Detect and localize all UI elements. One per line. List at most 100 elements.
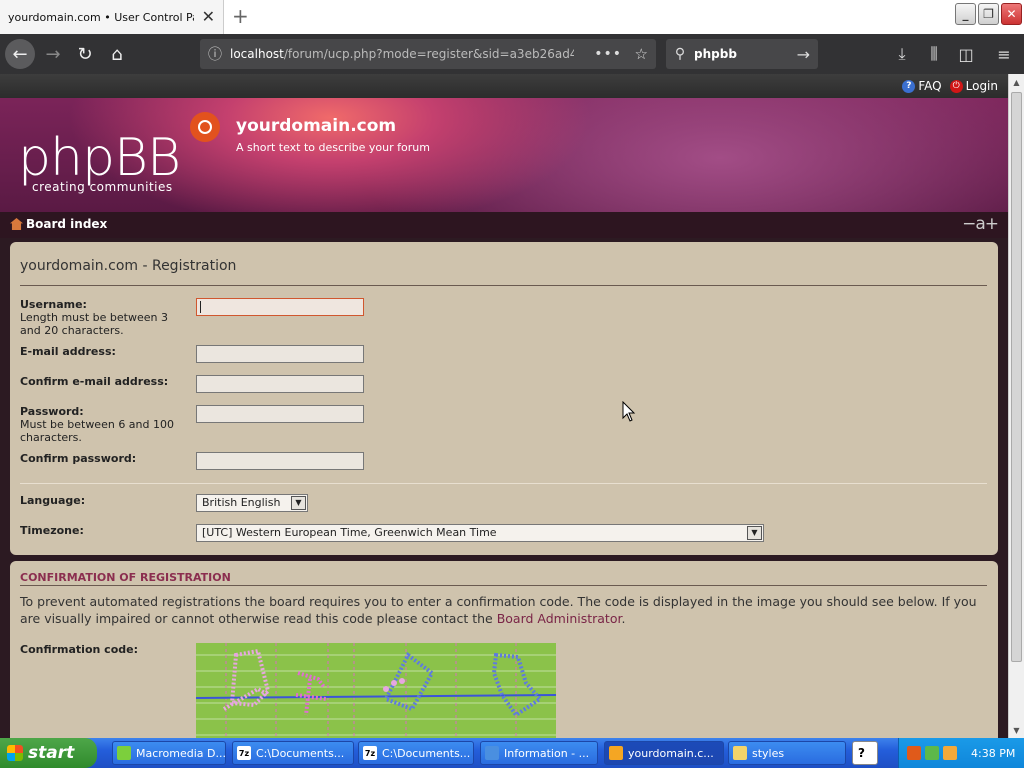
breadcrumb: Board index −a+ — [0, 212, 1008, 238]
browser-tab-active[interactable]: yourdomain.com • User Control Panel • Re… — [0, 0, 224, 34]
menu-icon[interactable]: ≡ — [992, 42, 1016, 66]
power-icon: ⏻ — [949, 79, 963, 93]
confirmation-divider — [20, 585, 987, 586]
email-label: E-mail address: — [20, 345, 116, 358]
top-links-bar: ? FAQ ⏻ Login — [0, 74, 1008, 98]
taskbar-item[interactable]: 7z C:\Documents... — [358, 741, 474, 765]
captcha-image — [195, 643, 557, 738]
chevron-down-icon: ▼ — [747, 526, 762, 540]
username-field[interactable] — [196, 298, 364, 316]
login-label: Login — [965, 79, 998, 93]
site-description: A short text to describe your forum — [236, 141, 430, 154]
search-tray-icon[interactable] — [943, 746, 957, 760]
url-host: localhost — [230, 47, 284, 61]
font-size-toggle[interactable]: −a+ — [962, 214, 999, 234]
faq-icon: ? — [902, 79, 916, 93]
board-administrator-link[interactable]: Board Administrator — [497, 611, 622, 626]
site-title: yourdomain.com — [236, 116, 397, 136]
title-divider — [20, 285, 987, 286]
taskbar-item[interactable]: 7z C:\Documents... — [232, 741, 354, 765]
page-actions-icon[interactable]: ••• — [594, 46, 622, 62]
taskbar-item[interactable]: styles — [728, 741, 846, 765]
password-label: Password: Must be between 6 and 100 char… — [20, 405, 185, 444]
7zip-icon: 7z — [363, 746, 377, 760]
board-index-link[interactable]: Board index — [10, 217, 107, 231]
url-path: /forum/ucp.php?mode=register&sid=a3eb26a… — [283, 47, 574, 61]
confirmation-title: CONFIRMATION OF REGISTRATION — [20, 571, 231, 584]
chevron-down-icon: ▼ — [291, 496, 306, 510]
scroll-up-icon[interactable]: ▲ — [1009, 74, 1024, 90]
site-info-icon[interactable]: ⓘ — [200, 44, 230, 64]
page-viewport: ? FAQ ⏻ Login phpBB creating communities… — [0, 74, 1008, 738]
fieldset-divider — [20, 483, 987, 484]
back-button[interactable]: ← — [5, 39, 35, 69]
close-window-button[interactable]: ✕ — [1001, 3, 1022, 25]
xampp-tray-icon[interactable] — [907, 746, 921, 760]
scrollbar-thumb[interactable] — [1011, 92, 1022, 662]
mouse-cursor-icon — [622, 401, 636, 422]
confirmation-text: To prevent automated registrations the b… — [20, 593, 988, 627]
username-label-text: Username: — [20, 298, 87, 311]
minimize-button[interactable]: _ — [955, 3, 976, 25]
password-hint: Must be between 6 and 100 characters. — [20, 418, 174, 444]
timezone-label: Timezone: — [20, 524, 84, 537]
username-label: Username: Length must be between 3 and 2… — [20, 298, 180, 337]
taskbar-item-label: Macromedia D... — [136, 746, 226, 760]
phpbb-logo[interactable]: phpBB — [18, 130, 181, 186]
vertical-scrollbar[interactable]: ▲ ▼ — [1008, 74, 1024, 738]
confirm-password-field[interactable] — [196, 452, 364, 470]
timezone-value: [UTC] Western European Time, Greenwich M… — [202, 526, 497, 539]
confirmation-text-end: . — [621, 611, 626, 626]
browser-tab-bar: yourdomain.com • User Control Panel • Re… — [0, 0, 1024, 34]
scroll-down-icon[interactable]: ▼ — [1009, 722, 1024, 738]
internet-explorer-icon — [485, 746, 499, 760]
7zip-icon: 7z — [237, 746, 251, 760]
confirmation-panel: CONFIRMATION OF REGISTRATION To prevent … — [10, 561, 998, 738]
taskbar-item-label: C:\Documents... — [382, 746, 471, 760]
taskbar-item-label: C:\Documents... — [256, 746, 345, 760]
login-link[interactable]: ⏻ Login — [949, 79, 998, 93]
downloads-icon[interactable]: ⤓ — [890, 42, 914, 66]
taskbar-item[interactable]: Information - ... — [480, 741, 598, 765]
confirm-password-label: Confirm password: — [20, 452, 137, 465]
forward-button[interactable]: → — [38, 39, 68, 69]
faq-link[interactable]: ? FAQ — [902, 79, 942, 93]
confirm-email-field[interactable] — [196, 375, 364, 393]
home-icon — [10, 218, 23, 230]
sidebar-icon[interactable]: ◫ — [954, 42, 978, 66]
bookmark-star-icon[interactable]: ☆ — [635, 45, 648, 63]
home-button[interactable]: ⌂ — [102, 39, 132, 69]
restore-button[interactable]: ❐ — [978, 3, 999, 25]
taskbar-item-active[interactable]: yourdomain.c... — [604, 741, 724, 765]
faq-label: FAQ — [918, 79, 942, 93]
password-field[interactable] — [196, 405, 364, 423]
page-title: yourdomain.com - Registration — [20, 258, 237, 274]
browser-toolbar: ← → ↻ ⌂ ⓘ localhost /forum/ucp.php?mode=… — [0, 34, 1024, 74]
new-tab-button[interactable]: + — [232, 4, 249, 28]
username-hint: Length must be between 3 and 20 characte… — [20, 311, 168, 337]
taskbar-item-label: yourdomain.c... — [628, 746, 714, 760]
folder-icon — [733, 746, 747, 760]
start-label: start — [28, 743, 75, 763]
search-text: phpbb — [694, 47, 737, 61]
close-tab-icon[interactable]: ✕ — [202, 8, 215, 26]
help-button[interactable]: ? — [852, 741, 878, 765]
taskbar-item[interactable]: Macromedia D... — [112, 741, 226, 765]
start-button[interactable]: start — [0, 738, 97, 768]
search-icon: ⚲ — [674, 46, 686, 62]
library-icon[interactable]: ⫼ — [922, 42, 946, 66]
help-icon: ? — [858, 746, 865, 760]
language-value: British English — [202, 496, 281, 509]
tab-title: yourdomain.com • User Control Panel • Re… — [8, 10, 194, 24]
timezone-select[interactable]: [UTC] Western European Time, Greenwich M… — [196, 524, 764, 542]
taskbar-item-label: Information - ... — [504, 746, 590, 760]
window-controls: _ ❐ ✕ — [955, 3, 1022, 25]
address-bar[interactable]: ⓘ localhost /forum/ucp.php?mode=register… — [200, 39, 656, 69]
language-select[interactable]: British English ▼ — [196, 494, 308, 512]
clock: 4:38 PM — [971, 746, 1016, 760]
network-tray-icon[interactable] — [925, 746, 939, 760]
email-field[interactable] — [196, 345, 364, 363]
search-go-icon[interactable]: → — [797, 45, 810, 64]
reload-button[interactable]: ↻ — [70, 39, 100, 69]
search-box[interactable]: ⚲ phpbb → — [666, 39, 818, 69]
